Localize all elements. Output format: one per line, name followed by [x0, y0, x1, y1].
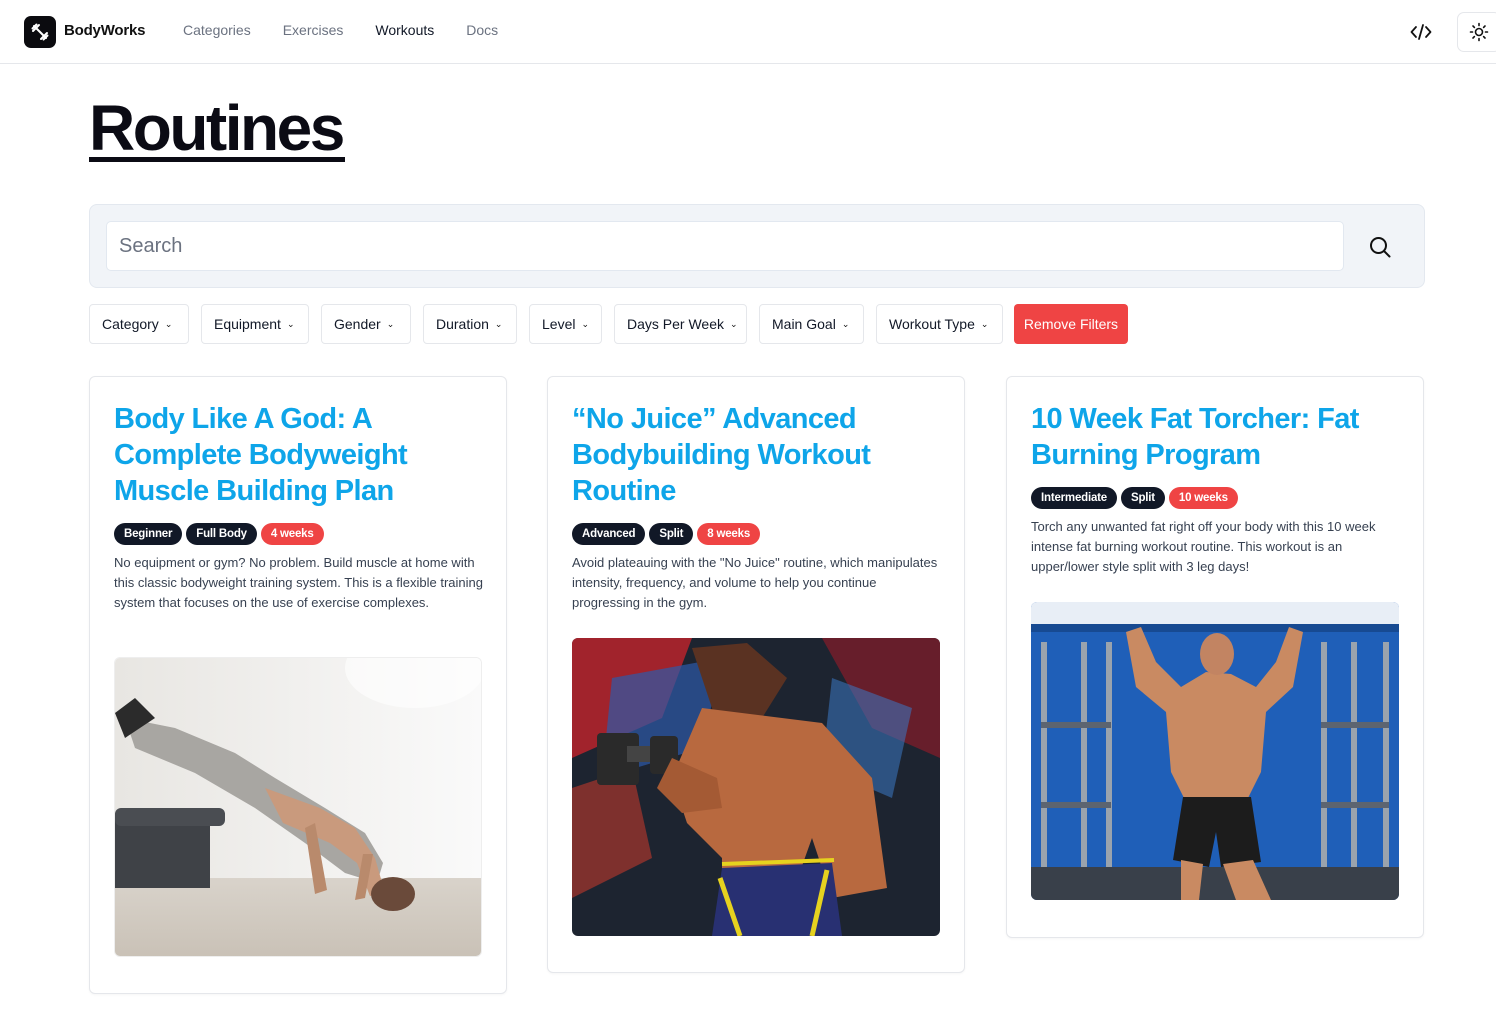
chevron-down-icon: ⌄ — [494, 318, 503, 329]
chevron-down-icon: ⌄ — [841, 318, 850, 329]
filter-label: Equipment — [214, 316, 281, 332]
routine-image[interactable] — [1031, 602, 1399, 900]
type-badge: Split — [1120, 487, 1165, 509]
duration-badge: 10 weeks — [1168, 487, 1238, 509]
filter-label: Main Goal — [772, 316, 836, 332]
title-underline — [89, 157, 345, 162]
chevron-down-icon: ⌄ — [164, 318, 173, 329]
filter-label: Days Per Week — [627, 316, 724, 332]
card-title[interactable]: Body Like A God: A Complete Bodyweight M… — [114, 401, 484, 509]
filter-days-per-week[interactable]: Days Per Week ⌄ — [614, 304, 747, 344]
main-nav: Categories Exercises Workouts Docs — [183, 22, 530, 38]
code-icon[interactable] — [1404, 16, 1438, 48]
search-input[interactable] — [106, 221, 1344, 271]
filter-label: Gender — [334, 316, 381, 332]
type-badge: Split — [649, 523, 694, 545]
brand-name[interactable]: BodyWorks — [64, 22, 145, 39]
routine-card[interactable]: “No Juice” Advanced Bodybuilding Workout… — [547, 376, 965, 973]
card-description: Torch any unwanted fat right off your bo… — [1031, 519, 1376, 574]
badge-group: Beginner Full Body 4 weeks — [114, 523, 324, 545]
nav-item-workouts[interactable]: Workouts — [375, 22, 434, 38]
card-description: Avoid plateauing with the "No Juice" rou… — [572, 555, 938, 610]
chevron-down-icon: ⌄ — [286, 318, 295, 329]
routine-card[interactable]: 10 Week Fat Torcher: Fat Burning Program… — [1006, 376, 1424, 938]
card-title[interactable]: 10 Week Fat Torcher: Fat Burning Program — [1031, 401, 1401, 473]
badge-group: Intermediate Split 10 weeks — [1031, 487, 1238, 509]
filter-label: Workout Type — [889, 316, 975, 332]
filter-label: Duration — [436, 316, 489, 332]
card-description: No equipment or gym? No problem. Build m… — [114, 555, 483, 610]
duration-badge: 4 weeks — [260, 523, 324, 545]
filter-category[interactable]: Category ⌄ — [89, 304, 189, 344]
filter-duration[interactable]: Duration ⌄ — [423, 304, 517, 344]
chevron-down-icon: ⌄ — [730, 318, 738, 329]
search-panel — [89, 204, 1425, 288]
nav-item-docs[interactable]: Docs — [466, 22, 498, 38]
filter-main-goal[interactable]: Main Goal ⌄ — [759, 304, 864, 344]
card-title[interactable]: “No Juice” Advanced Bodybuilding Workout… — [572, 401, 942, 509]
filter-equipment[interactable]: Equipment ⌄ — [201, 304, 309, 344]
dumbbell-icon[interactable] — [24, 16, 56, 48]
badge-group: Advanced Split 8 weeks — [572, 523, 761, 545]
top-navbar: BodyWorks Categories Exercises Workouts … — [0, 0, 1496, 64]
nav-item-exercises[interactable]: Exercises — [283, 22, 344, 38]
level-badge: Beginner — [114, 523, 183, 545]
chevron-down-icon: ⌄ — [581, 318, 590, 329]
page-title: Routines — [89, 92, 345, 164]
chevron-down-icon: ⌄ — [980, 318, 989, 329]
routine-image[interactable] — [572, 638, 940, 936]
level-badge: Advanced — [572, 523, 646, 545]
search-icon[interactable] — [1362, 229, 1398, 265]
theme-toggle-button[interactable] — [1457, 12, 1496, 52]
routine-card[interactable]: Body Like A God: A Complete Bodyweight M… — [89, 376, 507, 994]
filter-gender[interactable]: Gender ⌄ — [321, 304, 411, 344]
chevron-down-icon: ⌄ — [386, 318, 395, 329]
filter-label: Category — [102, 316, 159, 332]
duration-badge: 8 weeks — [697, 523, 761, 545]
level-badge: Intermediate — [1031, 487, 1117, 509]
remove-filters-button[interactable]: Remove Filters — [1014, 304, 1128, 344]
filter-label: Level — [542, 316, 576, 332]
routine-image[interactable] — [114, 657, 482, 957]
filter-level[interactable]: Level ⌄ — [529, 304, 602, 344]
filter-workout-type[interactable]: Workout Type ⌄ — [876, 304, 1003, 344]
type-badge: Full Body — [186, 523, 257, 545]
nav-item-categories[interactable]: Categories — [183, 22, 251, 38]
sun-icon — [1469, 22, 1489, 42]
